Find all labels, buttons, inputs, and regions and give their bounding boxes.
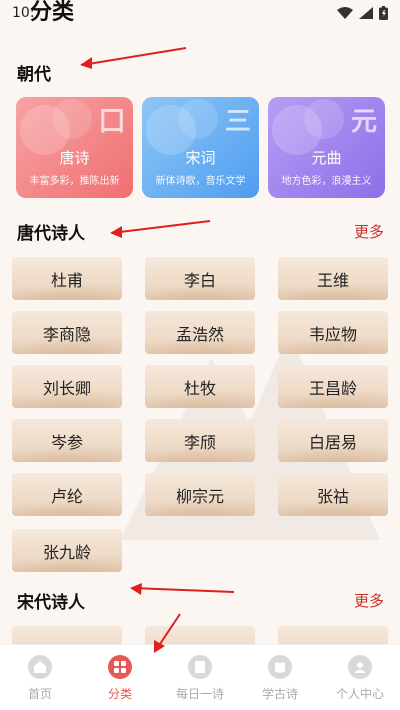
poet-button[interactable]: 刘长卿 [12,365,122,408]
poet-button[interactable]: 王维 [278,257,388,300]
battery-icon [379,6,388,20]
dynasty-card-tang[interactable]: 囗 唐诗 丰富多彩，推陈出新 [16,97,133,198]
annotation-arrow-icon [80,47,187,69]
card-decoration [304,99,344,139]
tab-home[interactable]: 首页 [0,655,80,702]
poet-button[interactable]: 王昌龄 [278,365,388,408]
annotation-arrow-icon [110,220,211,238]
poet-name: 李白 [183,270,216,290]
poet-name: 岑参 [50,432,83,452]
dynasty-card-song[interactable]: 三 宋词 新体诗歌，音乐文学 [142,97,259,198]
poet-name: 孟浩然 [175,324,224,344]
dynasty-card-yuan[interactable]: 元 元曲 地方色彩，浪漫主义 [268,97,385,198]
poet-name: 韦应物 [308,324,357,344]
dynasty-card-name: 宋词 [185,149,216,167]
card-decoration [178,99,218,139]
tab-label: 每日一诗 [175,687,224,701]
poet-button[interactable]: 柳宗元 [145,473,255,516]
status-icons [337,6,388,20]
page-title: 分类 [30,0,75,25]
tab-profile[interactable]: 个人中心 [320,655,400,702]
poet-name: 柳宗元 [175,486,224,506]
tab-label: 首页 [27,687,52,701]
poet-button[interactable]: 孟浩然 [145,311,255,354]
tab-category[interactable]: 分类 [80,655,160,702]
signal-icon [359,7,373,19]
poet-button[interactable]: 李颀 [145,419,255,462]
poet-name: 杜甫 [50,270,83,290]
tang-glyph-icon: 囗 [98,107,125,137]
poet-button[interactable]: 杜牧 [145,365,255,408]
poet-button-partial[interactable] [12,626,122,644]
poet-name: 李颀 [183,432,216,452]
dynasty-card-subtitle: 丰富多彩，推陈出新 [29,176,120,187]
song-poets-more-link[interactable]: 更多 [354,590,384,611]
poet-name: 卢纶 [50,486,83,506]
poet-button[interactable]: 杜甫 [12,257,122,300]
daily-poem-icon [188,655,212,679]
poet-button[interactable]: 卢纶 [12,473,122,516]
yuan-glyph-icon: 元 [350,107,377,137]
poet-name: 刘长卿 [42,378,91,398]
book-icon [268,655,292,679]
tab-daily-poem[interactable]: 每日一诗 [160,655,240,702]
dynasty-section-title: 朝代 [17,65,51,85]
tab-label: 学古诗 [261,687,298,701]
poet-button[interactable]: 岑参 [12,419,122,462]
song-poets-section-title: 宋代诗人 [17,593,85,613]
tab-label: 分类 [107,687,132,701]
bottom-tab-bar: 首页 分类 每日一诗 学古诗 个人中心 [0,644,400,710]
tang-poets-section-title: 唐代诗人 [17,224,85,244]
poet-name: 李商隐 [42,324,91,344]
tab-label: 个人中心 [335,687,384,701]
poet-button[interactable]: 韦应物 [278,311,388,354]
card-decoration [52,99,92,139]
poet-name: 杜牧 [183,378,216,398]
category-content[interactable]: 朝代 囗 唐诗 丰富多彩，推陈出新 三 宋词 新体诗歌，音乐文学 元 元曲 地方… [0,40,400,644]
poet-name: 张祜 [316,486,349,506]
poet-name: 王维 [316,270,349,290]
poet-button[interactable]: 白居易 [278,419,388,462]
dynasty-card-subtitle: 新体诗歌，音乐文学 [155,176,246,187]
poet-button[interactable]: 李白 [145,257,255,300]
dynasty-card-subtitle: 地方色彩，浪漫主义 [281,176,372,187]
song-glyph-icon: 三 [224,107,251,137]
home-icon [28,655,52,679]
category-icon [108,655,132,679]
tab-learn-poems[interactable]: 学古诗 [240,655,320,702]
poet-button[interactable]: 李商隐 [12,311,122,354]
poet-button[interactable]: 张祜 [278,473,388,516]
wifi-icon [337,7,353,19]
user-icon [348,655,372,679]
tang-poets-more-link[interactable]: 更多 [354,221,384,242]
annotation-arrow-icon [154,613,181,653]
dynasty-card-name: 元曲 [311,149,342,167]
poet-button-partial[interactable] [278,626,388,644]
poet-name: 王昌龄 [308,378,357,398]
poet-button[interactable]: 张九龄 [12,529,122,572]
poet-name: 张九龄 [42,542,91,562]
annotation-arrow-icon [130,583,235,595]
poet-name: 白居易 [308,432,357,452]
dynasty-card-name: 唐诗 [59,149,90,167]
